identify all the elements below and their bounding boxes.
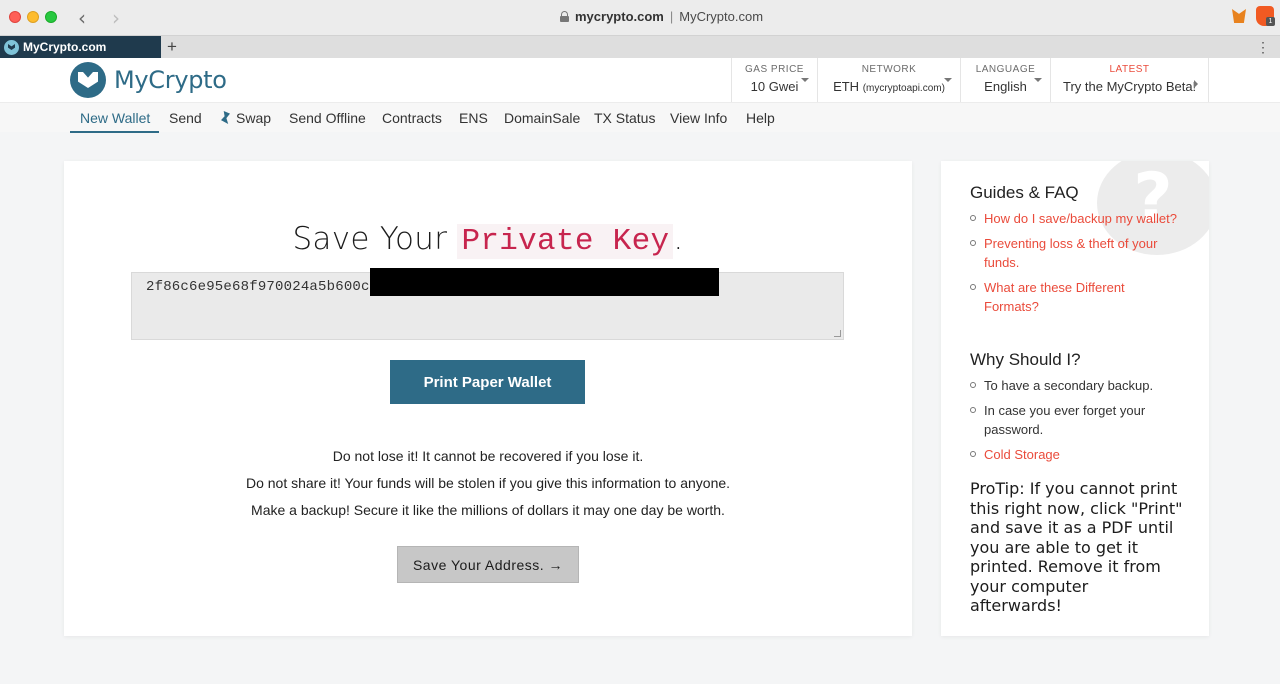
resize-handle-icon[interactable]	[834, 330, 841, 337]
latest-dropdown[interactable]: LATEST Try the MyCrypto Beta!	[1050, 58, 1208, 102]
chevron-down-icon	[801, 78, 809, 82]
nav-view-info[interactable]: View Info	[670, 110, 727, 126]
nav-new-wallet[interactable]: New Wallet	[80, 110, 150, 126]
nav-send-offline[interactable]: Send Offline	[289, 110, 366, 126]
help-sidebar: ? Guides & FAQ How do I save/backup my w…	[941, 161, 1209, 636]
header-divider	[1208, 58, 1209, 102]
language-dropdown[interactable]: LANGUAGE English	[960, 58, 1050, 102]
chevron-down-icon	[944, 78, 952, 82]
gas-price-dropdown[interactable]: GAS PRICE 10 Gwei	[731, 58, 817, 102]
save-key-panel: Save Your Private Key. 2f86c6e95e68f9700…	[64, 161, 912, 636]
language-label: LANGUAGE	[975, 64, 1036, 75]
faq-link[interactable]: Preventing loss & theft of your funds.	[970, 234, 1180, 272]
mycrypto-favicon-icon	[4, 39, 19, 55]
gas-price-label: GAS PRICE	[745, 64, 804, 75]
faq-heading: Guides & FAQ	[970, 183, 1079, 202]
nav-swap[interactable]: Swap	[221, 110, 271, 126]
network-label: NETWORK	[861, 64, 917, 75]
logo[interactable]: MyCrypto	[70, 62, 227, 98]
latest-value: Try the MyCrypto Beta!	[1063, 79, 1197, 94]
warning-line: Make a backup! Secure it like the millio…	[251, 502, 725, 518]
warning-line: Do not share it! Your funds will be stol…	[245, 475, 731, 491]
warning-line: Do not lose it! It cannot be recovered i…	[332, 448, 644, 464]
nav-swap-label: Swap	[236, 110, 272, 126]
tab-menu-icon[interactable]: ⋮	[1256, 36, 1270, 58]
nav-domainsale[interactable]: DomainSale	[504, 110, 580, 126]
browser-chrome: ‹ › mycrypto.com | MyCrypto.com 1 MyCryp…	[0, 0, 1280, 58]
new-tab-button[interactable]: +	[167, 36, 177, 58]
browser-tab[interactable]: MyCrypto.com	[0, 36, 161, 58]
lock-icon	[560, 11, 569, 22]
list-item: In case you ever forget your password.	[970, 401, 1180, 439]
cold-storage-link[interactable]: Cold Storage	[970, 445, 1180, 464]
page-title: Save Your Private Key.	[64, 221, 912, 259]
redaction-bar	[370, 268, 719, 296]
title-code: Private Key	[457, 224, 674, 259]
why-heading: Why Should I?	[970, 350, 1081, 369]
address-bar[interactable]: mycrypto.com | MyCrypto.com	[560, 9, 763, 24]
maximize-window-icon[interactable]	[45, 11, 57, 23]
title-suffix: .	[673, 221, 684, 257]
print-paper-wallet-button[interactable]: Print Paper Wallet	[390, 360, 585, 404]
metamask-extension-icon[interactable]	[1232, 9, 1246, 23]
network-detail: (mycryptoapi.com)	[862, 83, 945, 94]
close-window-icon[interactable]	[9, 11, 21, 23]
title-prefix: Save Your	[292, 221, 448, 257]
back-arrow-icon[interactable]: ‹	[78, 6, 86, 30]
faq-link[interactable]: How do I save/backup my wallet?	[970, 209, 1180, 228]
nav-ens[interactable]: ENS	[459, 110, 488, 126]
minimize-window-icon[interactable]	[27, 11, 39, 23]
mycrypto-logo-icon	[70, 62, 106, 98]
extension-badge: 1	[1266, 17, 1275, 26]
why-list: To have a secondary backup. In case you …	[970, 376, 1180, 470]
site-header: MyCrypto GAS PRICE 10 Gwei NETWORK ETH (…	[0, 58, 1280, 102]
browser-titlebar: ‹ › mycrypto.com | MyCrypto.com 1	[0, 0, 1280, 36]
latest-label: LATEST	[1109, 64, 1150, 75]
tab-bar: MyCrypto.com + ⋮	[0, 36, 1280, 58]
network-name: ETH	[833, 79, 860, 94]
list-item: To have a secondary backup.	[970, 376, 1180, 395]
logo-text: MyCrypto	[114, 66, 227, 94]
tab-label: MyCrypto.com	[23, 40, 107, 54]
network-dropdown[interactable]: NETWORK ETH (mycryptoapi.com)	[817, 58, 960, 102]
main-nav: New Wallet Send Swap Send Offline Contra…	[0, 102, 1280, 133]
faq-list: How do I save/backup my wallet? Preventi…	[970, 209, 1180, 322]
url-page-title: MyCrypto.com	[679, 9, 764, 24]
chevron-right-icon	[1194, 80, 1198, 88]
private-key-text: 2f86c6e95e68f970024a5b600c	[146, 279, 370, 295]
nav-send[interactable]: Send	[169, 110, 202, 126]
save-address-button[interactable]: Save Your Address. →	[397, 546, 579, 583]
network-value: ETH (mycryptoapi.com)	[818, 79, 960, 94]
url-domain: mycrypto.com	[575, 9, 664, 24]
forward-arrow-icon[interactable]: ›	[112, 6, 120, 30]
nav-contracts[interactable]: Contracts	[382, 110, 442, 126]
chevron-down-icon	[1034, 78, 1042, 82]
nav-help[interactable]: Help	[746, 110, 775, 126]
shapeshift-icon	[221, 111, 230, 124]
faq-link[interactable]: What are these Different Formats?	[970, 278, 1180, 316]
active-tab-indicator	[70, 131, 159, 133]
protip-text: ProTip: If you cannot print this right n…	[970, 479, 1183, 615]
nav-tx-status[interactable]: TX Status	[594, 110, 655, 126]
url-separator: |	[669, 9, 674, 24]
